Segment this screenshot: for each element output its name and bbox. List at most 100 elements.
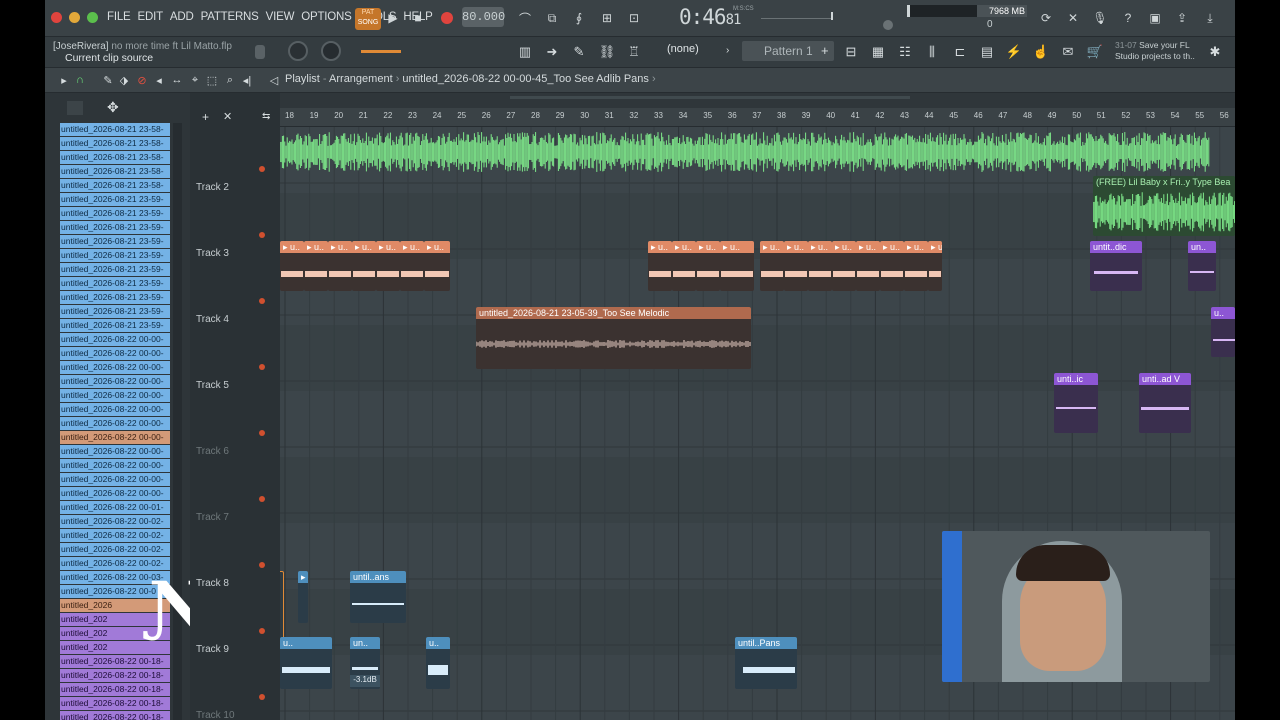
- expand-icon[interactable]: ▸: [57, 73, 71, 87]
- clip-t4-b[interactable]: u..: [1211, 307, 1235, 357]
- step-edit-icon[interactable]: ⊞: [598, 9, 616, 27]
- secondary-knob[interactable]: [321, 41, 341, 61]
- browser-icon[interactable]: ⊏: [950, 42, 970, 62]
- file-icon[interactable]: ▤: [977, 42, 997, 62]
- menu-view[interactable]: VIEW: [266, 11, 295, 23]
- menu-file[interactable]: FILE: [107, 11, 131, 23]
- add-pattern-icon[interactable]: +: [821, 43, 829, 58]
- track-label[interactable]: Track 2: [196, 182, 229, 193]
- tag-icon[interactable]: ✉: [1058, 42, 1078, 62]
- countdown-icon[interactable]: ∮: [570, 9, 588, 27]
- minimize-window-button[interactable]: [69, 12, 80, 23]
- track-mute-led[interactable]: [259, 694, 265, 700]
- clip-adlib[interactable]: ▸ u..: [696, 241, 720, 291]
- pitch-slider[interactable]: [361, 50, 401, 53]
- clip-t9-a[interactable]: u..: [280, 637, 332, 689]
- magnet-icon[interactable]: ∩: [73, 73, 87, 87]
- main-knob[interactable]: [288, 41, 308, 61]
- track-mute-led[interactable]: [259, 628, 265, 634]
- browser-item[interactable]: untitled_2026-08-22 00-00-: [60, 347, 170, 360]
- wait-input-icon[interactable]: ⧉: [543, 9, 561, 27]
- clip-t5-a[interactable]: unti..ic: [1054, 373, 1098, 433]
- track-mute-led[interactable]: [259, 430, 265, 436]
- clip-melodic[interactable]: untitled_2026-08-21 23-05-39_Too See Mel…: [476, 307, 751, 369]
- mute-icon[interactable]: ◂: [152, 73, 166, 87]
- clip-adlib[interactable]: ▸ u..: [304, 241, 328, 291]
- clip-adlib[interactable]: ▸ u..: [424, 241, 450, 291]
- export-icon[interactable]: ⇪: [1173, 9, 1191, 27]
- tempo-display[interactable]: 80.000: [462, 7, 505, 27]
- clip-beat[interactable]: (FREE) Lil Baby x Fri..y Type Bea: [1093, 176, 1235, 236]
- browser-item[interactable]: untitled_2026-08-22 00-00-: [60, 333, 170, 346]
- selected-clip[interactable]: [280, 571, 284, 639]
- piano-roll-icon[interactable]: ▦: [868, 42, 888, 62]
- clip-adlib[interactable]: ▸ u..: [720, 241, 754, 291]
- browser-tab-icon[interactable]: [67, 101, 83, 115]
- pencil-icon[interactable]: ✎: [101, 73, 115, 87]
- speaker-icon[interactable]: ◁: [267, 73, 281, 87]
- track-label[interactable]: Track 4: [196, 314, 229, 325]
- slip-icon[interactable]: ↔: [170, 73, 184, 87]
- mixer-icon[interactable]: ⫼: [922, 42, 942, 62]
- browser-item[interactable]: untitled_2026-08-22 00-02-: [60, 529, 170, 542]
- browser-item[interactable]: untitled_2026-08-21 23-59-: [60, 305, 170, 318]
- menu-options[interactable]: OPTIONS: [301, 11, 352, 23]
- clip-adlib[interactable]: ▸ u..: [352, 241, 376, 291]
- link-icon[interactable]: ⛓: [597, 42, 617, 62]
- clip-t9-c[interactable]: u..: [426, 637, 450, 689]
- browser-item[interactable]: untitled_2026-08-22 00-00-: [60, 459, 170, 472]
- playlist-icon[interactable]: ⊟: [841, 42, 861, 62]
- help-icon[interactable]: ?: [1119, 9, 1137, 27]
- record-button[interactable]: [438, 9, 456, 27]
- browser-item[interactable]: untitled_2026-08-21 23-59-: [60, 277, 170, 290]
- track-label[interactable]: Track 9: [196, 644, 229, 655]
- add-track-icon[interactable]: +: [202, 110, 209, 124]
- delete-icon[interactable]: ⊘: [135, 73, 149, 87]
- track-mute-led[interactable]: [259, 298, 265, 304]
- browser-item[interactable]: untitled_2026-08-21 23-59-: [60, 235, 170, 248]
- browser-move-icon[interactable]: ✥: [107, 99, 119, 116]
- pat-song-toggle[interactable]: PAT SONG: [355, 8, 381, 30]
- browser-item[interactable]: untitled_2026-08-21 23-59-: [60, 249, 170, 262]
- play-icon[interactable]: ▶: [384, 9, 402, 27]
- browser-item[interactable]: untitled_2026-08-22 00-00-: [60, 361, 170, 374]
- clip-t8[interactable]: until..ans: [350, 571, 406, 623]
- piano-icon[interactable]: ▥: [515, 42, 535, 62]
- clip-adlib[interactable]: ▸ u..: [672, 241, 696, 291]
- browser-item[interactable]: untitled_2026-08-22 00-18-: [60, 655, 170, 668]
- loop-record-icon[interactable]: ⊡: [625, 9, 643, 27]
- browser-item[interactable]: untitled_2026-08-21 23-58-: [60, 123, 170, 136]
- master-pitch-knob[interactable]: [883, 20, 893, 30]
- browser-item[interactable]: untitled_2026-08-22 00-00-: [60, 417, 170, 430]
- settings-icon[interactable]: ✱: [1205, 42, 1225, 62]
- track-mute-led[interactable]: [259, 496, 265, 502]
- panic-icon[interactable]: ✕: [1064, 9, 1082, 27]
- refresh-icon[interactable]: ⟳: [1037, 9, 1055, 27]
- track-label[interactable]: Track 6: [196, 446, 229, 457]
- browser-item[interactable]: untitled_2026-08-22 00-01-: [60, 501, 170, 514]
- browser-item[interactable]: untitled_2026-08-21 23-59-: [60, 221, 170, 234]
- browser-item[interactable]: untitled_2026-08-22 00-18-: [60, 669, 170, 682]
- clip-t3-b[interactable]: un..: [1188, 241, 1216, 291]
- arrow-icon[interactable]: ➜: [542, 42, 562, 62]
- browser-item[interactable]: untitled_2026-08-21 23-58-: [60, 137, 170, 150]
- browser-item[interactable]: untitled_2026-08-22 00-18-: [60, 697, 170, 710]
- browser-item[interactable]: untitled_2026-08-22 00-00-: [60, 431, 170, 444]
- save-icon[interactable]: ▣: [1146, 9, 1164, 27]
- browser-item[interactable]: untitled_2026-08-22 00-00-: [60, 473, 170, 486]
- menu-edit[interactable]: EDIT: [138, 11, 164, 23]
- stop-icon[interactable]: ■: [409, 9, 427, 27]
- clip-adlib[interactable]: ▸ u..: [832, 241, 856, 291]
- browser-item[interactable]: untitled_2026-08-22 00-02-: [60, 515, 170, 528]
- clip-adlib[interactable]: ▸ u..: [328, 241, 352, 291]
- browser-item[interactable]: untitled_2026-08-22 00-00-: [60, 389, 170, 402]
- overview-scrollbar[interactable]: [510, 96, 910, 99]
- slice-icon[interactable]: ⌖: [188, 73, 202, 87]
- cart-icon[interactable]: 🛒: [1085, 42, 1105, 62]
- clip-adlib[interactable]: ▸ u..: [808, 241, 832, 291]
- playlist-overview[interactable]: ✥: [190, 92, 1235, 108]
- track-label[interactable]: Track 5: [196, 380, 229, 391]
- track-mute-led[interactable]: [259, 364, 265, 370]
- touch-icon[interactable]: ☝: [1031, 42, 1051, 62]
- brush-icon[interactable]: ✎: [569, 42, 589, 62]
